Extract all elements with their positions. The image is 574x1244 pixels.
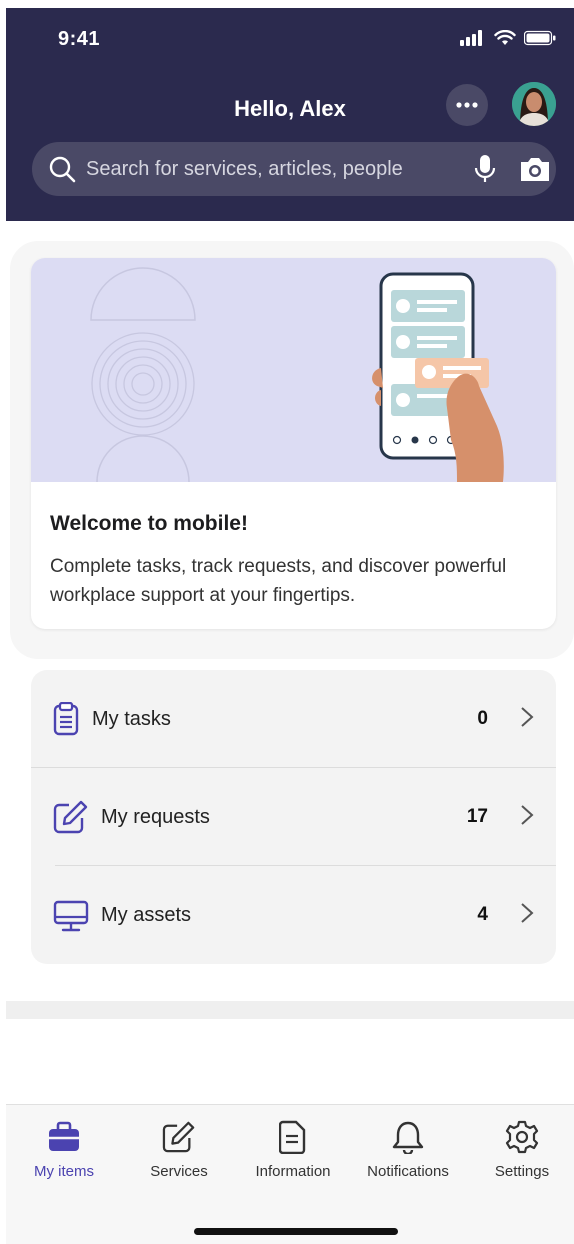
clipboard-icon — [53, 701, 79, 741]
search-icon — [48, 155, 76, 183]
avatar[interactable] — [512, 82, 556, 126]
welcome-title: Welcome to mobile! — [50, 512, 248, 535]
welcome-section: Welcome to mobile! Complete tasks, track… — [10, 241, 574, 659]
tab-label: Settings — [494, 1163, 550, 1180]
home-indicator — [194, 1228, 398, 1235]
greeting-title: Hello, Alex — [234, 96, 346, 121]
briefcase-icon — [9, 1119, 119, 1155]
section-separator — [6, 1001, 574, 1019]
chevron-right-icon — [520, 804, 534, 831]
list-item-my-tasks[interactable]: My tasks 0 — [31, 670, 556, 768]
welcome-description: Complete tasks, track requests, and disc… — [50, 556, 507, 606]
bell-icon — [353, 1119, 463, 1155]
tab-label: Services — [150, 1163, 208, 1180]
my-requests-count: 17 — [466, 806, 488, 827]
document-icon — [238, 1119, 348, 1155]
tab-label: Notifications — [367, 1163, 449, 1180]
edit-icon — [124, 1119, 234, 1155]
header: 9:41 Hello, Alex — [6, 8, 574, 221]
monitor-icon — [53, 900, 89, 937]
my-assets-label: My assets — [101, 903, 192, 926]
app-screen: 9:41 Hello, Alex Search for services, ar… — [6, 8, 574, 1244]
chevron-right-icon — [520, 902, 534, 929]
tab-my-items[interactable]: My items — [9, 1119, 119, 1180]
my-requests-label: My requests — [101, 805, 210, 828]
my-tasks-count: 0 — [477, 708, 488, 729]
status-time: 9:41 — [58, 28, 101, 50]
profile-photo-icon — [512, 82, 556, 126]
more-dots-icon — [456, 102, 478, 108]
tab-label: My items — [34, 1163, 94, 1180]
tab-bar: My items Services Information Notificati… — [6, 1104, 574, 1244]
chevron-right-icon — [520, 706, 534, 733]
wifi-icon — [494, 30, 516, 45]
my-assets-count: 4 — [477, 904, 488, 925]
welcome-illustration — [31, 258, 556, 483]
tab-information[interactable]: Information — [238, 1119, 348, 1180]
search-input[interactable] — [84, 156, 468, 182]
tab-label: Information — [255, 1163, 331, 1180]
microphone-icon[interactable] — [474, 154, 496, 184]
tab-services[interactable]: Services — [124, 1119, 234, 1180]
gear-icon — [467, 1119, 574, 1155]
list-item-my-requests[interactable]: My requests 17 — [31, 768, 556, 866]
battery-icon — [524, 30, 556, 46]
status-icons — [460, 30, 556, 46]
list-item-my-assets[interactable]: My assets 4 — [31, 866, 556, 964]
tab-settings[interactable]: Settings — [467, 1119, 574, 1180]
more-button[interactable] — [446, 84, 488, 126]
search-bar[interactable] — [32, 142, 556, 196]
welcome-card[interactable]: Welcome to mobile! Complete tasks, track… — [31, 258, 556, 629]
my-items-list: My tasks 0 My requests 17 My assets 4 — [31, 670, 556, 964]
signal-icon — [460, 30, 482, 46]
my-tasks-label: My tasks — [92, 707, 171, 730]
tab-notifications[interactable]: Notifications — [353, 1119, 463, 1180]
edit-icon — [53, 800, 89, 839]
camera-icon[interactable] — [518, 155, 552, 183]
